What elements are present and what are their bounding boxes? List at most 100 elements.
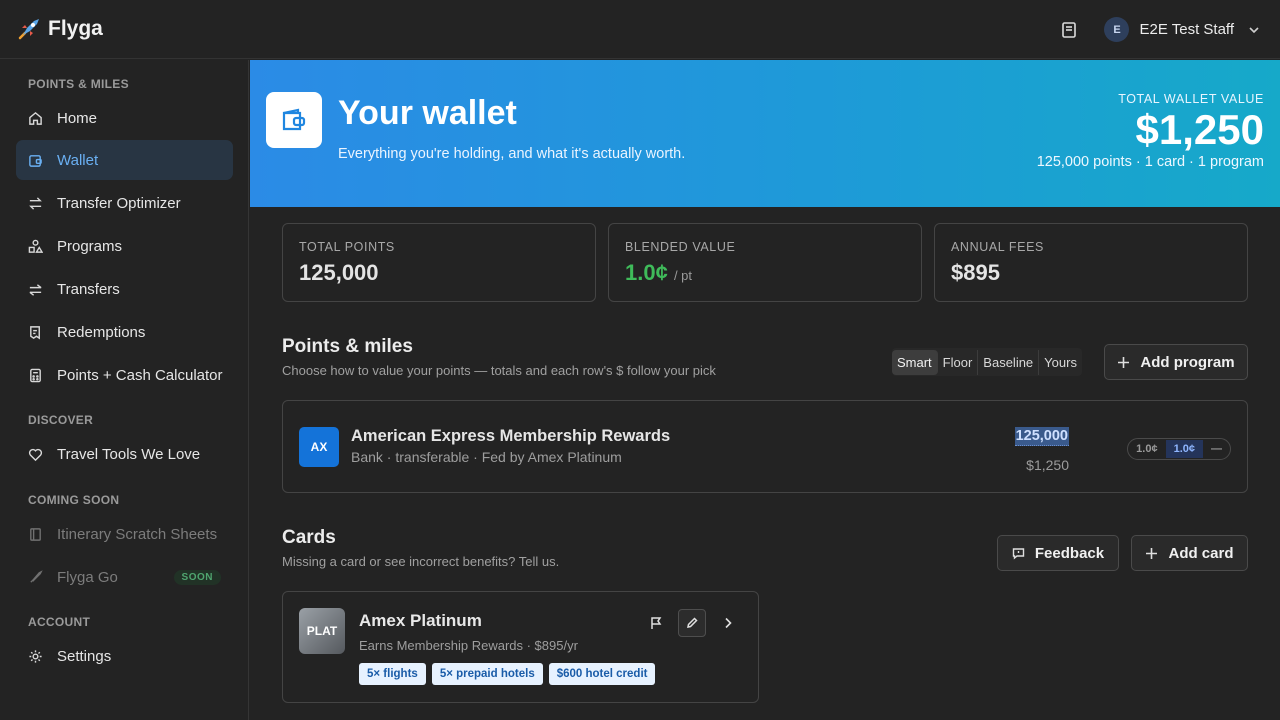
points-section-title: Points & miles	[282, 336, 413, 357]
sidebar-item-label: Settings	[57, 647, 112, 665]
arrows-swap-icon	[29, 196, 42, 210]
sidebar-item-transfers[interactable]: Transfers	[16, 269, 233, 309]
add-card-button[interactable]: Add card	[1131, 535, 1248, 571]
sidebar-item-label: Redemptions	[57, 323, 146, 341]
sidebar-item-label: Transfers	[57, 280, 120, 298]
benefit-tag: 5× flights	[359, 663, 426, 685]
soon-badge: SOON	[173, 569, 221, 585]
add-card-label: Add card	[1168, 544, 1234, 562]
report-button[interactable]	[642, 609, 670, 637]
sidebar-item-wallet[interactable]: Wallet	[16, 140, 233, 180]
sidebar-item-label: Travel Tools We Love	[57, 445, 201, 463]
notebook-icon	[30, 527, 41, 541]
cards-section-subtitle: Missing a card or see incorrect benefits…	[282, 554, 560, 569]
sidebar-item-label: Wallet	[57, 151, 99, 169]
brand[interactable]: Flyga	[16, 16, 103, 42]
stat-value-row: 1.0¢ / pt	[625, 260, 905, 286]
stat-annual-fees: ANNUAL FEES $895	[934, 223, 1248, 302]
edit-card-button[interactable]	[678, 609, 706, 637]
stat-label: ANNUAL FEES	[951, 240, 1044, 254]
flag-icon	[651, 617, 662, 629]
sidebar-item-label: Flyga Go	[57, 568, 118, 586]
total-wallet-value-label: TOTAL WALLET VALUE	[1118, 92, 1264, 106]
stat-blended-value: BLENDED VALUE 1.0¢ / pt	[608, 223, 922, 302]
feedback-button[interactable]: Feedback	[997, 535, 1119, 571]
wallet-summary: 125,000 points · 1 card · 1 program	[1036, 154, 1264, 170]
calculator-icon	[30, 368, 41, 382]
sidebar-item-points-cash-calculator[interactable]: Points + Cash Calculator	[16, 355, 233, 395]
valuation-option-yours[interactable]: Yours	[1039, 350, 1082, 375]
chevron-right-icon	[725, 617, 732, 629]
valuation-option-smart[interactable]: Smart	[892, 349, 938, 375]
valuation-option-floor[interactable]: Floor	[938, 349, 979, 375]
add-program-label: Add program	[1140, 353, 1235, 371]
sidebar-item-label: Programs	[57, 237, 123, 255]
wallet-icon	[29, 154, 42, 167]
stat-unit: / pt	[673, 268, 693, 283]
program-logo: AX	[299, 427, 339, 467]
stat-label: BLENDED VALUE	[625, 240, 736, 254]
program-name: American Express Membership Rewards	[351, 427, 671, 445]
section-title-points-miles: POINTS & MILES	[28, 77, 129, 91]
sidebar-item-label: Transfer Optimizer	[57, 194, 181, 212]
pencil-icon	[687, 617, 698, 628]
rate-selector: 1.0¢ 1.0¢ —	[1127, 438, 1231, 460]
book-icon[interactable]	[1060, 21, 1078, 39]
card-tile[interactable]: PLAT Amex Platinum Earns Membership Rewa…	[282, 591, 759, 703]
sidebar-item-label: Home	[57, 109, 98, 127]
rate-option[interactable]: —	[1203, 440, 1230, 458]
card-image: PLAT	[299, 608, 345, 654]
wallet-icon	[282, 108, 306, 131]
heart-icon	[28, 448, 43, 461]
card-name: Amex Platinum	[359, 611, 482, 630]
card-actions	[642, 609, 742, 637]
card-tags: 5× flights 5× prepaid hotels $600 hotel …	[359, 663, 656, 685]
user-name[interactable]: E2E Test Staff	[1139, 21, 1234, 38]
shapes-icon	[28, 239, 43, 253]
sidebar-item-travel-tools[interactable]: Travel Tools We Love	[16, 434, 233, 474]
program-meta: Bank · transferable · Fed by Amex Platin…	[351, 449, 622, 465]
stat-total-points: TOTAL POINTS 125,000	[282, 223, 596, 302]
rocket-icon	[30, 569, 43, 583]
sidebar-item-transfer-optimizer[interactable]: Transfer Optimizer	[16, 183, 233, 223]
sidebar-item-label: Itinerary Scratch Sheets	[57, 525, 218, 543]
sidebar-item-flyga-go: Flyga Go SOON	[16, 557, 233, 597]
rate-option-selected[interactable]: 1.0¢	[1165, 440, 1203, 458]
chevron-down-icon[interactable]	[1248, 24, 1260, 36]
add-program-button[interactable]: Add program	[1104, 344, 1248, 380]
chat-icon	[1012, 547, 1025, 559]
hero-wallet-icon-box	[266, 92, 322, 148]
rate-option[interactable]: 1.0¢	[1128, 440, 1165, 458]
stat-label: TOTAL POINTS	[299, 240, 395, 254]
wallet-hero: Your wallet Everything you're holding, a…	[250, 60, 1280, 207]
gear-icon	[29, 649, 42, 663]
program-row[interactable]: AX American Express Membership Rewards B…	[282, 400, 1248, 493]
sidebar-item-programs[interactable]: Programs	[16, 226, 233, 266]
open-card-button[interactable]	[714, 609, 742, 637]
sidebar-item-settings[interactable]: Settings	[16, 636, 233, 676]
sidebar: POINTS & MILES Home Wallet Transfer Opti…	[0, 60, 249, 720]
sidebar-item-home[interactable]: Home	[16, 98, 233, 138]
program-value: $1,250	[1026, 457, 1069, 473]
benefit-tag: $600 hotel credit	[548, 663, 656, 685]
sidebar-item-label: Points + Cash Calculator	[57, 366, 223, 384]
rocket-logo-icon	[18, 19, 39, 40]
app-name: Flyga	[48, 17, 103, 40]
plus-icon	[1118, 356, 1130, 368]
top-bar: Flyga E E2E Test Staff	[0, 0, 1280, 59]
section-title-coming-soon: COMING SOON	[28, 493, 120, 507]
valuation-toggle: Smart Floor Baseline Yours	[892, 348, 1082, 376]
avatar[interactable]: E	[1104, 17, 1130, 42]
stat-value: $895	[951, 260, 1000, 285]
plus-icon	[1146, 547, 1158, 559]
points-section-subtitle: Choose how to value your points — totals…	[282, 363, 716, 378]
card-meta: Earns Membership Rewards · $895/yr	[359, 638, 578, 653]
transfer-icon	[29, 283, 42, 296]
sidebar-item-redemptions[interactable]: Redemptions	[16, 312, 233, 352]
receipt-icon	[30, 325, 40, 339]
valuation-option-baseline[interactable]: Baseline	[978, 349, 1040, 375]
section-title-discover: DISCOVER	[28, 413, 94, 427]
page-subtitle: Everything you're holding, and what it's…	[338, 146, 686, 162]
section-title-account: ACCOUNT	[28, 615, 91, 629]
program-points[interactable]: 125,000	[1014, 427, 1069, 446]
